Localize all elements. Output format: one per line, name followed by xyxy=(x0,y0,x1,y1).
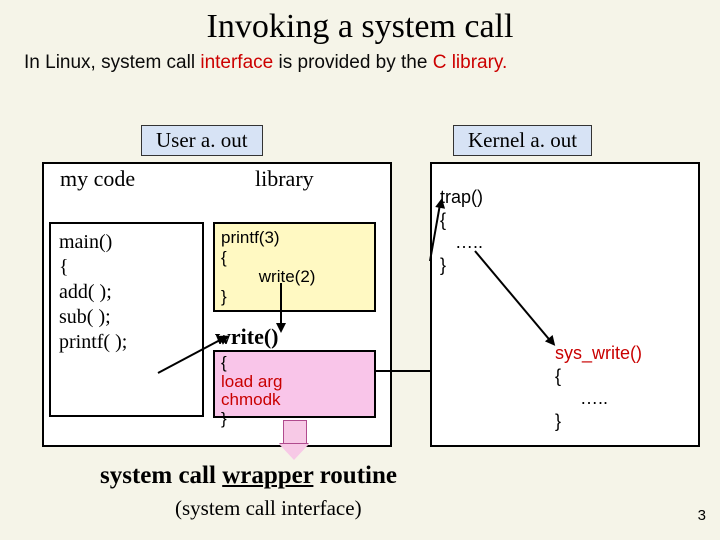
sys-write-code: sys_write() { ….. } xyxy=(555,342,642,432)
caption-part: routine xyxy=(313,462,397,489)
code-line: { xyxy=(221,354,370,373)
subtitle: In Linux, system call interface is provi… xyxy=(0,46,720,74)
slide-number: 3 xyxy=(698,507,706,524)
subtitle-post: . xyxy=(502,52,507,73)
code-line: } xyxy=(440,254,483,277)
code-line: ….. xyxy=(440,231,483,254)
caption-subtitle: (system call interface) xyxy=(175,496,362,521)
user-space-label: User a. out xyxy=(141,125,263,156)
code-line: ….. xyxy=(555,387,642,410)
code-line: add( ); xyxy=(59,280,198,305)
my-code-heading: my code xyxy=(60,166,135,192)
subtitle-pre: In Linux, system call xyxy=(24,52,200,73)
my-code-box: main() { add( ); sub( ); printf( ); xyxy=(49,222,204,417)
caption-underlined: wrapper xyxy=(222,462,313,489)
code-line: { xyxy=(59,255,198,280)
kernel-space-label: Kernel a. out xyxy=(453,125,592,156)
code-line: printf(3) xyxy=(221,228,370,248)
code-line: main() xyxy=(59,230,198,255)
code-line: { xyxy=(221,248,370,268)
code-line: sys_write() xyxy=(555,342,642,365)
code-line: } xyxy=(221,287,370,307)
code-line: printf( ); xyxy=(59,330,198,355)
caption-wrapper-routine: system call wrapper routine xyxy=(100,462,397,490)
printf-box: printf(3) { write(2) } xyxy=(213,222,376,312)
block-arrow-down-icon xyxy=(279,420,309,460)
code-line: write(2) xyxy=(221,267,370,287)
code-line: sub( ); xyxy=(59,305,198,330)
code-line: { xyxy=(440,209,483,232)
page-title: Invoking a system call xyxy=(0,0,720,46)
subtitle-word-interface: interface xyxy=(200,52,273,73)
wrapper-box: { load arg chmodk } xyxy=(213,350,376,418)
caption-part: system call xyxy=(100,462,222,489)
code-line: chmodk xyxy=(221,391,370,410)
subtitle-mid: is provided by the xyxy=(273,52,432,73)
library-heading: library xyxy=(255,166,314,192)
subtitle-word-clibrary: C library xyxy=(433,52,502,73)
code-line: load arg xyxy=(221,373,370,392)
code-line: { xyxy=(555,365,642,388)
code-line: trap() xyxy=(440,186,483,209)
code-line: } xyxy=(555,410,642,433)
